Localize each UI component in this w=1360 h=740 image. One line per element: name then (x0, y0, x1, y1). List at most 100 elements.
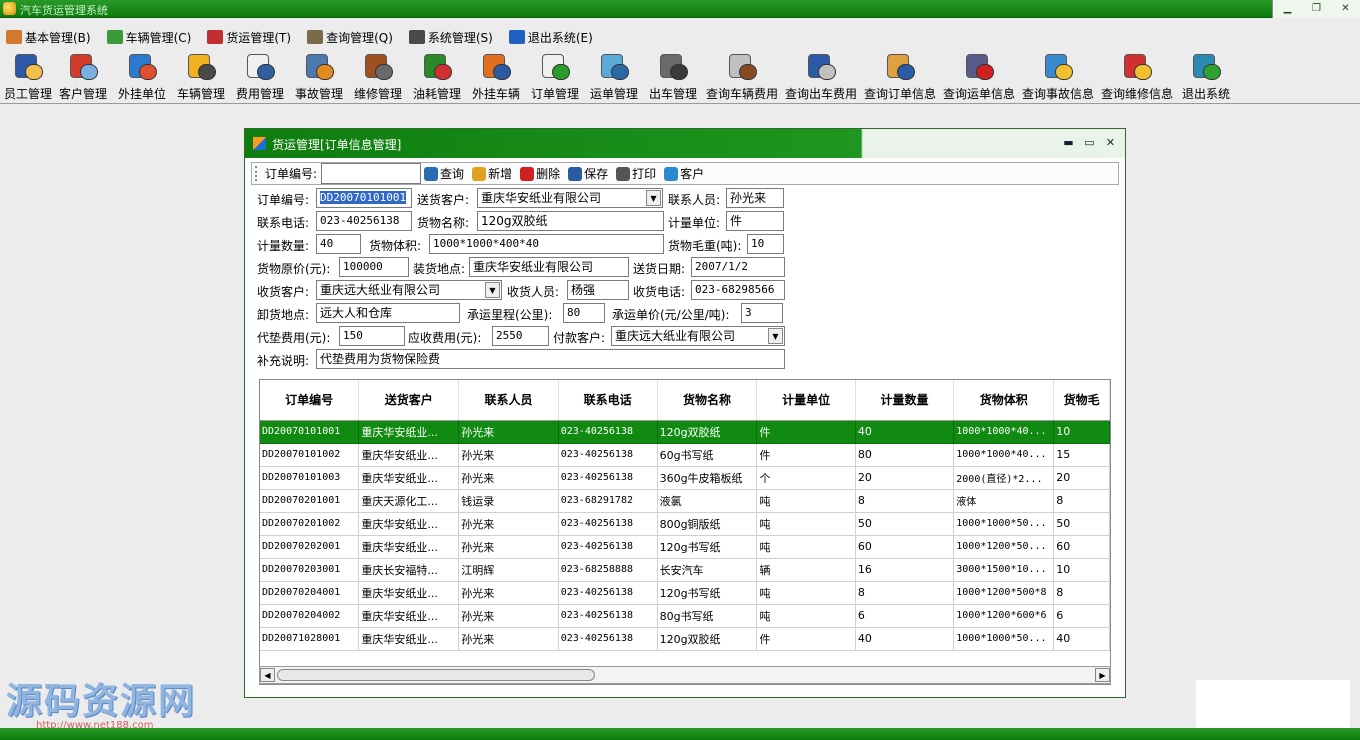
toolbar-button-13[interactable]: 查询出车费用 (782, 50, 860, 103)
delete-button[interactable]: 删除 (520, 165, 560, 182)
distance-field[interactable]: 80 (563, 303, 605, 323)
goods-name-field[interactable]: 120g双胶纸 (477, 211, 664, 231)
column-header[interactable]: 联系电话 (558, 380, 658, 421)
column-header[interactable]: 计量单位 (756, 380, 856, 421)
table-row[interactable]: DD20071028001 重庆华安纸业... 孙光来 023-40256138 120… (260, 627, 1110, 651)
scroll-right-arrow[interactable]: ▶ (1095, 668, 1110, 682)
chevron-down-icon[interactable]: ▼ (646, 190, 661, 206)
field-value: 2550 (496, 329, 523, 342)
customer-button[interactable]: 客户 (664, 165, 704, 182)
toolbar-button-1[interactable]: 客户管理 (54, 50, 112, 103)
toolbar-button-4[interactable]: 费用管理 (231, 50, 289, 103)
volume-field[interactable]: 1000*1000*400*40 (429, 234, 664, 254)
chevron-down-icon[interactable]: ▼ (485, 282, 500, 298)
order-no-field[interactable]: DD20070101001 (316, 188, 412, 208)
recv-person-field[interactable]: 杨强 (567, 280, 629, 300)
advance-fee-field[interactable]: 150 (339, 326, 405, 346)
table-row[interactable]: DD20070201002 重庆华安纸业... 孙光来 023-40256138 800… (260, 512, 1110, 536)
toolbar-button-7[interactable]: 油耗管理 (408, 50, 466, 103)
unit-field[interactable]: 件 (726, 211, 784, 231)
table-row[interactable]: DD20070101001 重庆华安纸业... 孙光来 023-40256138 120… (260, 420, 1110, 444)
toolbar-button-10[interactable]: 运单管理 (585, 50, 643, 103)
toolbar-button-11[interactable]: 出车管理 (644, 50, 702, 103)
child-maximize-button[interactable]: ▭ (1079, 136, 1100, 149)
contact-field[interactable]: 孙光来 (726, 188, 784, 208)
receivable-fee-field[interactable]: 2550 (492, 326, 549, 346)
watermark-text: 源码资源网 (6, 680, 197, 722)
toolbar-button-label: 订单管理 (530, 87, 579, 101)
menu-item-4[interactable]: 系统管理(S) (408, 26, 493, 48)
toolbar-button-9[interactable]: 订单管理 (526, 50, 584, 103)
table-cell: 孙光来 (458, 627, 559, 651)
restore-button[interactable]: ❐ (1302, 0, 1331, 18)
toolbar-grip[interactable] (255, 166, 259, 181)
chevron-down-icon[interactable]: ▼ (768, 328, 783, 344)
weight-field[interactable]: 10 (747, 234, 784, 254)
scroll-left-arrow[interactable]: ◀ (260, 668, 275, 682)
unit-label: 计量单位: (668, 216, 721, 230)
column-header[interactable]: 联系人员 (458, 380, 559, 421)
load-place-field[interactable]: 重庆华安纸业有限公司 (469, 257, 629, 277)
add-button[interactable]: 新增 (472, 165, 512, 182)
minimize-button[interactable]: ▁ (1273, 0, 1302, 18)
child-minimize-button[interactable]: ▬ (1058, 136, 1079, 149)
child-close-button[interactable]: ✕ (1100, 136, 1121, 149)
toolbar-button-18[interactable]: 退出系统 (1177, 50, 1235, 103)
toolbar-button-6[interactable]: 维修管理 (349, 50, 407, 103)
send-date-field[interactable]: 2007/1/2 (691, 257, 785, 277)
menu-item-3[interactable]: 查询管理(Q) (307, 26, 393, 48)
toolbar-button-12[interactable]: 查询车辆费用 (703, 50, 781, 103)
price-field[interactable]: 100000 (339, 257, 409, 277)
column-header[interactable]: 货物名称 (657, 380, 758, 421)
receiver-combo[interactable]: 重庆远大纸业有限公司 ▼ (316, 280, 502, 300)
table-row[interactable]: DD20070203001 重庆长安福特... 江明辉 023-68258888 长安汽… (260, 558, 1110, 582)
table-row[interactable]: DD20070201001 重庆天源化工... 钱运录 023-68291782 液氯吨… (260, 489, 1110, 513)
sender-combo[interactable]: 重庆华安纸业有限公司 ▼ (477, 188, 663, 208)
table-row[interactable]: DD20070101003 重庆华安纸业... 孙光来 023-40256138 360… (260, 466, 1110, 490)
column-header[interactable]: 货物体积 (953, 380, 1055, 421)
toolbar-button-2[interactable]: 外挂单位 (113, 50, 171, 103)
column-header[interactable]: 订单编号 (260, 380, 360, 421)
toolbar-button-16[interactable]: 查询事故信息 (1019, 50, 1097, 103)
search-button[interactable]: 查询 (424, 165, 464, 182)
table-row[interactable]: DD20070101002 重庆华安纸业... 孙光来 023-40256138 60g… (260, 443, 1110, 467)
table-row[interactable]: DD20070204002 重庆华安纸业... 孙光来 023-40256138 80g… (260, 604, 1110, 628)
table-row[interactable]: DD20070204001 重庆华安纸业... 孙光来 023-40256138 120… (260, 581, 1110, 605)
toolbar-button-5[interactable]: 事故管理 (290, 50, 348, 103)
toolbar-button-14[interactable]: 查询订单信息 (861, 50, 939, 103)
menu-item-2[interactable]: 货运管理(T) (207, 26, 291, 48)
remark-field[interactable]: 代垫费用为货物保险费 (316, 349, 785, 369)
weight-label: 货物毛重(吨): (668, 239, 742, 253)
menu-item-0[interactable]: 基本管理(B) (6, 26, 91, 48)
table-cell: 重庆华安纸业... (358, 420, 460, 444)
menu-item-1[interactable]: 车辆管理(C) (106, 26, 191, 48)
van-icon (479, 50, 513, 84)
toolbar-button-15[interactable]: 查询运单信息 (940, 50, 1018, 103)
phone-field[interactable]: 023-40256138 (316, 211, 412, 231)
menu-item-5[interactable]: 退出系统(E) (508, 26, 593, 48)
waybill-icon (597, 50, 631, 84)
table-cell: 20 (855, 466, 955, 490)
qty-field[interactable]: 40 (316, 234, 361, 254)
toolbar-button-8[interactable]: 外挂车辆 (467, 50, 525, 103)
toolbar-button-3[interactable]: 车辆管理 (172, 50, 230, 103)
table-row[interactable]: DD20070202001 重庆华安纸业... 孙光来 023-40256138 120… (260, 535, 1110, 559)
table-cell: 吨 (756, 535, 856, 559)
column-header[interactable]: 货物毛 (1053, 380, 1110, 421)
recv-phone-field[interactable]: 023-68298566 (691, 280, 785, 300)
toolbar-button-0[interactable]: 员工管理 (3, 50, 53, 103)
horizontal-scrollbar[interactable]: ◀ ▶ (259, 666, 1111, 684)
close-button[interactable]: ✕ (1331, 0, 1360, 18)
unload-place-field[interactable]: 远大人和仓库 (316, 303, 460, 323)
scroll-thumb[interactable] (277, 669, 595, 681)
order-management-window: 货运管理[订单信息管理] ▬ ▭ ✕ 订单编号: 查询 新增 删除 保存 打印 客户 订单… (244, 128, 1126, 698)
save-button[interactable]: 保存 (568, 165, 608, 182)
column-header[interactable]: 送货客户 (358, 380, 460, 421)
table-cell: 孙光来 (458, 466, 559, 490)
order-no-search-input[interactable] (321, 163, 422, 184)
payer-combo[interactable]: 重庆远大纸业有限公司 ▼ (611, 326, 785, 346)
toolbar-button-17[interactable]: 查询维修信息 (1098, 50, 1176, 103)
print-button[interactable]: 打印 (616, 165, 656, 182)
column-header[interactable]: 计量数量 (855, 380, 955, 421)
unit-price-field[interactable]: 3 (741, 303, 783, 323)
